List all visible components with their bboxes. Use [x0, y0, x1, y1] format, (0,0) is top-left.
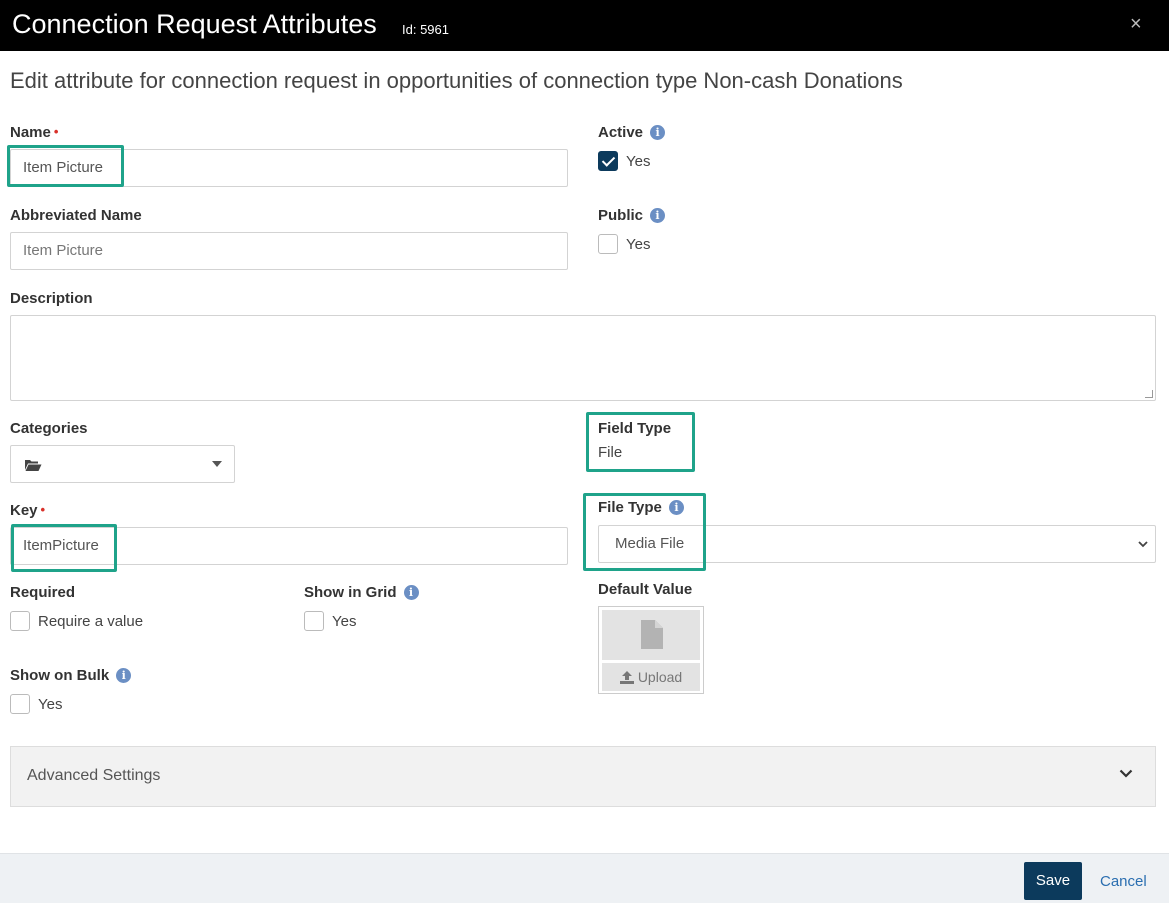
file-type-select[interactable]: Media File — [598, 525, 1156, 563]
key-input-value: ItemPicture — [23, 537, 99, 554]
chevron-down-icon[interactable] — [1119, 769, 1133, 778]
default-value-label: Default Value — [598, 581, 693, 598]
info-icon[interactable]: i — [403, 585, 419, 600]
show-on-bulk-checkbox[interactable] — [10, 694, 30, 714]
upload-label: Upload — [637, 669, 683, 685]
show-on-bulk-label: Show on Bulk i — [10, 667, 132, 684]
abbreviated-name-label: Abbreviated Name — [10, 207, 142, 224]
name-input-value: Item Picture — [23, 159, 104, 176]
page-subtitle: Edit attribute for connection request in… — [10, 68, 903, 93]
categories-label: Categories — [10, 420, 88, 437]
file-type-label: File Type i — [598, 499, 684, 516]
active-checkbox[interactable] — [598, 151, 618, 171]
show-in-grid-label: Show in Grid i — [304, 584, 419, 601]
advanced-settings-label: Advanced Settings — [27, 767, 161, 784]
modal-header: Connection Request Attributes Id: 5961 × — [0, 0, 1169, 51]
upload-button[interactable]: Upload — [602, 663, 700, 691]
file-icon — [641, 620, 663, 649]
show-in-grid-option-label: Yes — [332, 613, 357, 630]
public-checkbox[interactable] — [598, 234, 618, 254]
key-label: Key • — [10, 502, 45, 519]
required-checkbox[interactable] — [10, 611, 30, 631]
required-indicator: • — [53, 124, 59, 139]
close-icon[interactable]: × — [1130, 13, 1142, 36]
key-label-text: Key — [10, 502, 38, 519]
modal-footer — [0, 853, 1169, 903]
public-label-text: Public — [598, 207, 644, 224]
file-type-selected: Media File — [615, 535, 685, 552]
file-uploader: Upload — [598, 606, 704, 694]
info-icon[interactable]: i — [650, 125, 666, 140]
abbreviated-name-input[interactable]: Item Picture — [10, 232, 568, 270]
active-label: Active i — [598, 124, 666, 141]
abbreviated-name-placeholder: Item Picture — [23, 242, 104, 259]
modal-title: Connection Request Attributes — [12, 9, 377, 39]
info-icon[interactable]: i — [668, 500, 684, 515]
show-in-grid-checkbox[interactable] — [304, 611, 324, 631]
show-on-bulk-option-label: Yes — [38, 696, 63, 713]
file-preview — [602, 610, 700, 660]
info-icon[interactable]: i — [650, 208, 666, 223]
required-indicator: • — [40, 502, 46, 517]
attribute-id: Id: 5961 — [402, 22, 449, 37]
caret-down-icon — [212, 461, 222, 467]
description-textarea[interactable] — [10, 315, 1156, 401]
categories-picker[interactable] — [10, 445, 235, 483]
folder-open-icon — [25, 460, 42, 471]
chevron-down-icon — [1138, 541, 1148, 548]
active-label-text: Active — [598, 124, 644, 141]
field-type-value: File — [598, 444, 623, 461]
name-label: Name • — [10, 124, 58, 141]
public-label: Public i — [598, 207, 666, 224]
save-button[interactable]: Save — [1024, 862, 1082, 900]
required-label: Required — [10, 584, 76, 601]
active-option-label: Yes — [626, 153, 651, 170]
show-in-grid-label-text: Show in Grid — [304, 584, 397, 601]
cancel-link[interactable]: Cancel — [1100, 873, 1147, 890]
description-label: Description — [10, 290, 93, 307]
name-input[interactable]: Item Picture — [10, 149, 568, 187]
name-label-text: Name — [10, 124, 51, 141]
public-option-label: Yes — [626, 236, 651, 253]
advanced-settings-panel[interactable]: Advanced Settings — [10, 746, 1156, 807]
key-input[interactable]: ItemPicture — [10, 527, 568, 565]
field-type-label: Field Type — [598, 420, 672, 437]
file-type-label-text: File Type — [598, 499, 662, 516]
required-option-label: Require a value — [38, 613, 144, 630]
info-icon[interactable]: i — [116, 668, 132, 683]
resize-handle[interactable] — [1145, 390, 1153, 398]
show-on-bulk-label-text: Show on Bulk — [10, 667, 110, 684]
upload-icon — [619, 671, 634, 684]
